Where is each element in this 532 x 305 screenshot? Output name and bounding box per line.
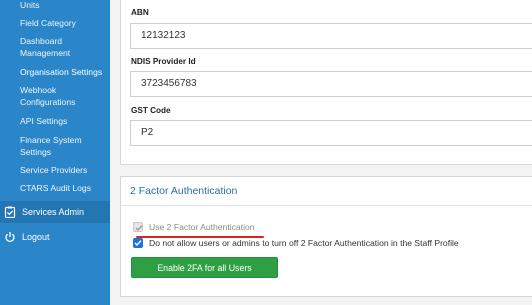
use-2fa-checkbox[interactable] <box>133 222 143 232</box>
two-factor-title: 2 Factor Authentication <box>130 185 238 197</box>
sidebar-item-organisation-settings[interactable]: Organisation Settings <box>20 66 108 78</box>
gst-code-label: GST Code <box>131 106 171 115</box>
sidebar-item-finance-system-settings[interactable]: Finance System Settings <box>20 134 90 158</box>
sidebar-item-ctars-audit-logs[interactable]: CTARS Audit Logs <box>20 182 108 194</box>
clipboard-check-icon <box>4 206 16 219</box>
ndis-provider-id-label: NDIS Provider Id <box>131 57 196 66</box>
check-icon <box>134 240 142 247</box>
sidebar-item-api-settings[interactable]: API Settings <box>20 115 108 127</box>
main-content: ABN 12132123 NDIS Provider Id 3723456783… <box>110 0 532 305</box>
no-turn-off-checkbox[interactable] <box>133 238 143 248</box>
no-turn-off-row: Do not allow users or admins to turn off… <box>133 238 459 248</box>
sidebar: Units Field Category Dashboard Managemen… <box>0 0 110 305</box>
power-icon <box>4 231 16 243</box>
sidebar-item-dashboard-management[interactable]: Dashboard Management <box>20 35 90 59</box>
two-factor-header: 2 Factor Authentication <box>121 177 532 206</box>
logout-label: Logout <box>22 232 50 242</box>
organisation-details-card: ABN 12132123 NDIS Provider Id 3723456783… <box>120 0 532 165</box>
sidebar-item-webhook-configurations[interactable]: Webhook Configurations <box>20 84 90 108</box>
no-turn-off-label: Do not allow users or admins to turn off… <box>149 238 459 248</box>
use-2fa-label: Use 2 Factor Authentication <box>149 222 255 232</box>
services-admin-menu[interactable]: Services Admin <box>0 201 110 223</box>
abn-input[interactable]: 12132123 <box>130 23 532 49</box>
ndis-provider-id-input[interactable]: 3723456783 <box>130 71 532 97</box>
sidebar-item-service-providers[interactable]: Service Providers <box>20 164 108 176</box>
use-2fa-row: Use 2 Factor Authentication <box>133 222 255 232</box>
enable-2fa-button[interactable]: Enable 2FA for all Users <box>131 257 278 278</box>
two-factor-card: 2 Factor Authentication Use 2 Factor Aut… <box>120 176 532 297</box>
gst-code-input[interactable]: P2 <box>130 120 532 146</box>
check-icon <box>135 225 143 232</box>
abn-label: ABN <box>131 8 149 17</box>
services-admin-label: Services Admin <box>22 207 85 217</box>
sidebar-item-units[interactable]: Units <box>20 0 108 11</box>
sidebar-item-field-category[interactable]: Field Category <box>20 17 108 29</box>
logout-menu[interactable]: Logout <box>0 226 110 248</box>
